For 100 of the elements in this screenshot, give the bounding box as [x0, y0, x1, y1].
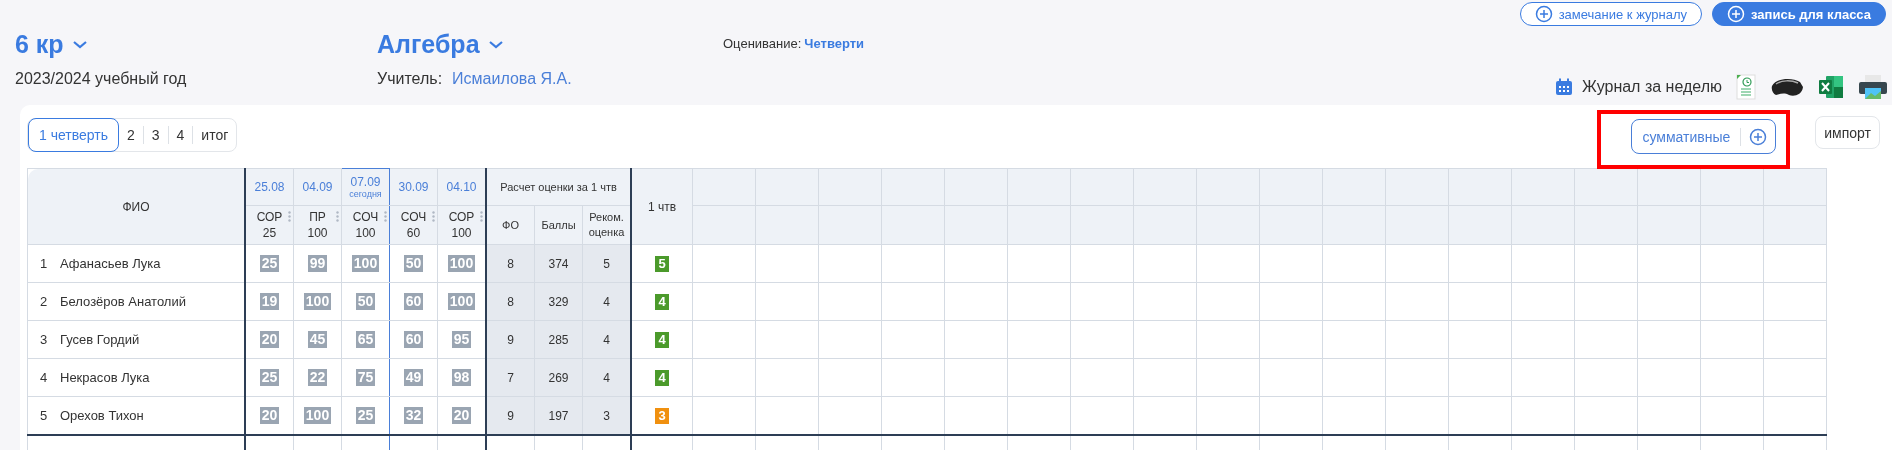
column-header: ФО [486, 205, 535, 245]
score-mark[interactable]: 60 [403, 293, 424, 310]
column-header: Баллы [534, 205, 583, 245]
student-name: Белозёров Анатолий [60, 294, 186, 309]
printer-icon[interactable] [1858, 74, 1888, 100]
header-button[interactable]: замечание к журналу [1519, 2, 1703, 26]
student-name: Орехов Тихон [60, 408, 144, 423]
column-header: ФИО [27, 168, 245, 245]
spreadsheet-icon[interactable] [1818, 75, 1844, 99]
plus-circle-icon [1727, 5, 1746, 23]
calc-value: 285 [534, 320, 583, 359]
score-mark[interactable]: 25 [259, 255, 280, 272]
score-mark[interactable]: 100 [303, 407, 332, 424]
row-number: 4 [40, 370, 49, 385]
grading-value[interactable]: Четверти [804, 36, 865, 51]
calc-value: 8 [486, 282, 535, 321]
class-selector[interactable]: 6 кр [15, 28, 88, 60]
kebab-icon[interactable] [336, 211, 339, 222]
calc-value: 8 [486, 244, 535, 283]
score-mark[interactable]: 25 [355, 407, 376, 424]
max-score: 60 [406, 225, 421, 241]
calc-value: 7 [486, 358, 535, 397]
final-grade: 4 [655, 369, 669, 386]
plus-circle-icon [1534, 5, 1553, 23]
max-score: 100 [355, 225, 376, 241]
calc-value: 269 [534, 358, 583, 397]
kebab-icon[interactable] [432, 211, 435, 222]
row-number: 2 [40, 294, 49, 309]
final-grade: 3 [655, 407, 669, 424]
score-mark[interactable]: 20 [451, 407, 472, 424]
row-number: 5 [40, 408, 49, 423]
score-mark[interactable]: 22 [307, 369, 328, 386]
work-type: ПР [309, 209, 326, 225]
weekly-journal-link[interactable]: Журнал за неделю [1554, 77, 1722, 97]
kebab-icon[interactable] [480, 211, 483, 222]
work-type: СОЧ [352, 209, 379, 225]
calc-value: 9 [486, 396, 535, 435]
period-tab[interactable]: 3 [142, 126, 168, 144]
max-score: 100 [307, 225, 328, 241]
add-icon[interactable] [1749, 127, 1768, 146]
school-year: 2023/2024 учебный год [15, 70, 188, 88]
date-link[interactable]: 04.09 [302, 180, 333, 194]
score-mark[interactable]: 19 [259, 293, 280, 310]
student-name: Гусев Гордий [60, 332, 140, 347]
score-mark[interactable]: 20 [259, 331, 280, 348]
import-button[interactable]: импорт [1815, 116, 1880, 149]
score-mark[interactable]: 100 [303, 293, 332, 310]
score-mark[interactable]: 100 [447, 255, 476, 272]
row-number: 1 [40, 256, 49, 271]
final-grade: 5 [655, 255, 669, 272]
max-score: 100 [451, 225, 472, 241]
score-mark[interactable]: 20 [259, 407, 280, 424]
score-mark[interactable]: 99 [307, 255, 328, 272]
chevron-down-icon [487, 38, 504, 50]
date-link[interactable]: 07.09 [350, 175, 381, 189]
score-mark[interactable]: 65 [355, 331, 376, 348]
column-header: 1 чтв [631, 168, 693, 245]
score-mark[interactable]: 60 [403, 331, 424, 348]
teacher-link[interactable]: Исмаилова Я.А. [452, 70, 572, 88]
kebab-icon[interactable] [384, 211, 387, 222]
today-label: сегодня [348, 189, 383, 199]
score-mark[interactable]: 75 [355, 369, 376, 386]
calc-value: 374 [534, 244, 583, 283]
column-header: Расчет оценки за 1 чтв [486, 168, 631, 206]
score-mark[interactable]: 45 [307, 331, 328, 348]
date-link[interactable]: 25.08 [254, 180, 285, 194]
date-link[interactable]: 04.10 [446, 180, 477, 194]
max-score: 25 [262, 225, 277, 241]
subject-selector[interactable]: Алгебра [377, 28, 504, 60]
score-mark[interactable]: 100 [447, 293, 476, 310]
calc-value: 329 [534, 282, 583, 321]
period-tab[interactable]: итог [192, 126, 237, 144]
score-mark[interactable]: 100 [351, 255, 380, 272]
score-mark[interactable]: 32 [403, 407, 424, 424]
student-name: Афанасьев Лука [60, 256, 161, 271]
period-tab[interactable]: 1 четверть [28, 118, 119, 152]
headset-icon[interactable] [1770, 76, 1804, 98]
date-link[interactable]: 30.09 [398, 180, 429, 194]
score-mark[interactable]: 98 [451, 369, 472, 386]
work-type: СОР [256, 209, 283, 225]
work-type: СОЧ [400, 209, 427, 225]
score-mark[interactable]: 50 [355, 293, 376, 310]
header-button[interactable]: запись для класса [1712, 2, 1886, 26]
score-mark[interactable]: 95 [451, 331, 472, 348]
grading-label: Оценивание: [723, 36, 802, 51]
row-number: 3 [40, 332, 49, 347]
work-type: СОР [448, 209, 475, 225]
student-name: Некрасов Лука [60, 370, 150, 385]
chevron-down-icon [71, 38, 88, 50]
calendar-icon [1554, 77, 1575, 97]
final-grade: 4 [655, 293, 669, 310]
teacher-label: Учитель: [377, 70, 443, 88]
history-document-icon[interactable] [1736, 74, 1756, 100]
kebab-icon[interactable] [288, 211, 291, 222]
period-tab[interactable]: 4 [167, 126, 193, 144]
score-mark[interactable]: 25 [259, 369, 280, 386]
score-mark[interactable]: 50 [403, 255, 424, 272]
period-tab[interactable]: 2 [118, 126, 143, 144]
score-mark[interactable]: 49 [403, 369, 424, 386]
final-grade: 4 [655, 331, 669, 348]
